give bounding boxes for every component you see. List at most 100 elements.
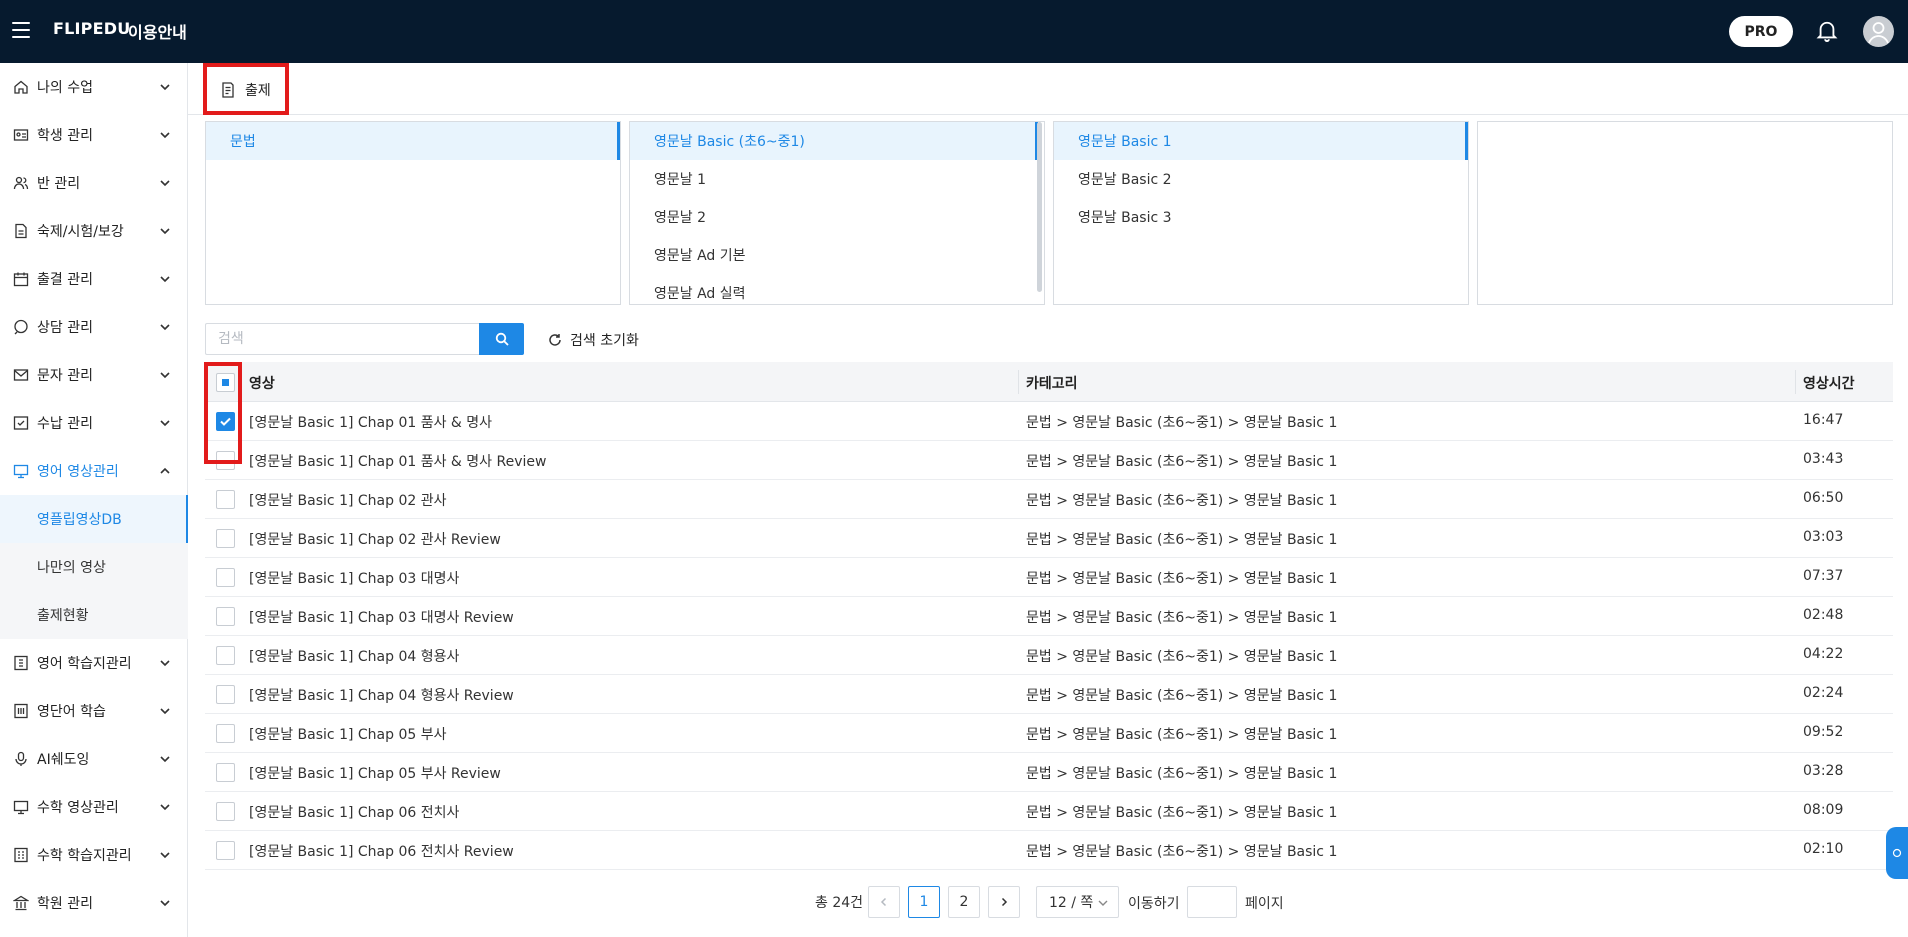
row-checkbox[interactable] [216, 490, 235, 509]
sidebar-item-academy[interactable]: 학원 관리 [0, 879, 188, 927]
category-item[interactable]: 영문날 2 [630, 198, 1044, 236]
table-row[interactable]: [영문날 Basic 1] Chap 05 부사 Review 문법 > 영문날 … [205, 753, 1893, 792]
sidebar-item-my-class[interactable]: 나의 수업 [0, 63, 188, 111]
category-item[interactable]: 영문날 Ad 실력 [630, 274, 1044, 304]
table-row[interactable]: [영문날 Basic 1] Chap 01 품사 & 명사 문법 > 영문날 Ba… [205, 402, 1893, 441]
reset-search-button[interactable]: 검색 초기화 [548, 330, 639, 350]
sidebar-item-english-video[interactable]: 영어 영상관리 [0, 447, 188, 495]
table-row[interactable]: [영문날 Basic 1] Chap 01 품사 & 명사 Review 문법 >… [205, 441, 1893, 480]
table-row[interactable]: [영문날 Basic 1] Chap 04 형용사 Review 문법 > 영문날… [205, 675, 1893, 714]
header-category[interactable]: 카테고리 [1026, 373, 1078, 393]
row-checkbox[interactable] [216, 568, 235, 587]
scrollbar[interactable] [1037, 122, 1042, 292]
sidebar-subitem-video-db[interactable]: 영플립영상DB [0, 495, 188, 543]
sidebar-item-homework[interactable]: 숙제/시험/보강 [0, 207, 188, 255]
row-checkbox[interactable] [216, 763, 235, 782]
category-item[interactable]: 영문날 Basic 1 [1054, 122, 1468, 160]
sidebar-subitem-my-videos[interactable]: 나만의 영상 [0, 543, 188, 591]
row-checkbox[interactable] [216, 685, 235, 704]
category-item[interactable]: 영문날 1 [630, 160, 1044, 198]
sidebar-item-english-worksheets[interactable]: 영어 학습지관리 [0, 639, 188, 687]
sidebar-item-label: 수학 영상관리 [37, 800, 119, 816]
chevron-up-icon [160, 467, 170, 474]
sidebar-item-students[interactable]: 학생 관리 [0, 111, 188, 159]
tab-assign[interactable]: 출제 [203, 63, 289, 115]
receipt-icon [13, 416, 29, 430]
chevron-down-icon [160, 852, 170, 859]
sidebar-item-label: 나의 수업 [37, 80, 93, 96]
avatar[interactable] [1863, 16, 1894, 47]
row-category: 문법 > 영문날 Basic (초6~중1) > 영문날 Basic 1 [1026, 610, 1338, 626]
users-icon [13, 176, 29, 190]
goto-page-input[interactable] [1187, 886, 1237, 918]
search-button[interactable] [479, 323, 524, 355]
pro-button[interactable]: PRO [1729, 16, 1793, 47]
id-card-icon [13, 129, 29, 141]
page-size-select[interactable]: 12 / 쪽 [1036, 886, 1119, 918]
row-duration: 03:28 [1803, 763, 1844, 779]
sidebar-item-ai-shadowing[interactable]: AI쉐도잉 [0, 735, 188, 783]
category-item[interactable]: 영문날 Basic (초6~중1) [630, 122, 1038, 160]
row-category: 문법 > 영문날 Basic (초6~중1) > 영문날 Basic 1 [1026, 571, 1338, 587]
menu-icon[interactable] [12, 22, 30, 38]
sidebar-item-label: 학원 관리 [37, 896, 93, 912]
row-category: 문법 > 영문날 Basic (초6~중1) > 영문날 Basic 1 [1026, 532, 1338, 548]
mail-icon [13, 369, 29, 381]
chat-icon [14, 319, 28, 335]
chevron-down-icon [160, 900, 170, 907]
row-video-title: [영문날 Basic 1] Chap 01 품사 & 명사 [249, 415, 493, 431]
page-button-2[interactable]: 2 [948, 886, 980, 918]
search-input[interactable] [205, 323, 479, 355]
sidebar-subitem-assignment-status[interactable]: 출제현황 [0, 591, 188, 639]
header-video[interactable]: 영상 [249, 373, 275, 393]
page-button-1[interactable]: 1 [908, 886, 940, 918]
brand-logo[interactable]: FLIPEDU [53, 19, 130, 38]
row-duration: 07:37 [1803, 568, 1844, 584]
sidebar-item-math-video[interactable]: 수학 영상관리 [0, 783, 188, 831]
row-category: 문법 > 영문날 Basic (초6~중1) > 영문날 Basic 1 [1026, 766, 1338, 782]
category-item[interactable]: 문법 [206, 122, 620, 160]
row-checkbox[interactable] [216, 646, 235, 665]
sidebar-item-classes[interactable]: 반 관리 [0, 159, 188, 207]
row-checkbox[interactable] [216, 802, 235, 821]
monitor-icon [13, 800, 29, 815]
sidebar-item-attendance[interactable]: 출결 관리 [0, 255, 188, 303]
row-checkbox[interactable] [216, 841, 235, 860]
row-video-title: [영문날 Basic 1] Chap 03 대명사 [249, 571, 460, 587]
table-row[interactable]: [영문날 Basic 1] Chap 05 부사 문법 > 영문날 Basic (… [205, 714, 1893, 753]
category-item[interactable]: 영문날 Basic 2 [1054, 160, 1468, 198]
category-item[interactable]: 영문날 Ad 기본 [630, 236, 1044, 274]
table-row[interactable]: [영문날 Basic 1] Chap 02 관사 Review 문법 > 영문날 … [205, 519, 1893, 558]
sidebar-item-payments[interactable]: 수납 관리 [0, 399, 188, 447]
table-row[interactable]: [영문날 Basic 1] Chap 06 전치사 문법 > 영문날 Basic … [205, 792, 1893, 831]
row-checkbox[interactable] [216, 412, 235, 431]
sidebar-item-counseling[interactable]: 상담 관리 [0, 303, 188, 351]
table-row[interactable]: [영문날 Basic 1] Chap 04 형용사 문법 > 영문날 Basic … [205, 636, 1893, 675]
row-checkbox[interactable] [216, 529, 235, 548]
prev-page-button[interactable] [868, 886, 900, 918]
table-row[interactable]: [영문날 Basic 1] Chap 02 관사 문법 > 영문날 Basic (… [205, 480, 1893, 519]
chat-widget-button[interactable] [1886, 827, 1908, 879]
sidebar-item-math-worksheets[interactable]: 수학 학습지관리 [0, 831, 188, 879]
row-checkbox[interactable] [216, 607, 235, 626]
sidebar-item-vocab[interactable]: 영단어 학습 [0, 687, 188, 735]
category-column-3: 영문날 Basic 1 영문날 Basic 2 영문날 Basic 3 [1053, 121, 1469, 305]
sidebar-item-messages[interactable]: 문자 관리 [0, 351, 188, 399]
guide-link[interactable]: 이용안내 [128, 19, 187, 43]
select-all-checkbox[interactable] [216, 373, 235, 392]
category-item[interactable]: 영문날 Basic 3 [1054, 198, 1468, 236]
chevron-down-icon [160, 756, 170, 763]
row-category: 문법 > 영문날 Basic (초6~중1) > 영문날 Basic 1 [1026, 415, 1338, 431]
table-row[interactable]: [영문날 Basic 1] Chap 03 대명사 문법 > 영문날 Basic … [205, 558, 1893, 597]
row-checkbox[interactable] [216, 724, 235, 743]
table-row[interactable]: [영문날 Basic 1] Chap 06 전치사 Review 문법 > 영문날… [205, 831, 1893, 870]
row-checkbox[interactable] [216, 451, 235, 470]
next-page-button[interactable] [988, 886, 1020, 918]
bell-icon[interactable] [1816, 19, 1838, 43]
row-video-title: [영문날 Basic 1] Chap 04 형용사 Review [249, 688, 514, 704]
header-duration[interactable]: 영상시간 [1803, 373, 1855, 393]
sidebar-item-label: 학생 관리 [37, 128, 93, 144]
row-video-title: [영문날 Basic 1] Chap 05 부사 Review [249, 766, 501, 782]
row-duration: 02:48 [1803, 607, 1844, 623]
table-row[interactable]: [영문날 Basic 1] Chap 03 대명사 Review 문법 > 영문날… [205, 597, 1893, 636]
